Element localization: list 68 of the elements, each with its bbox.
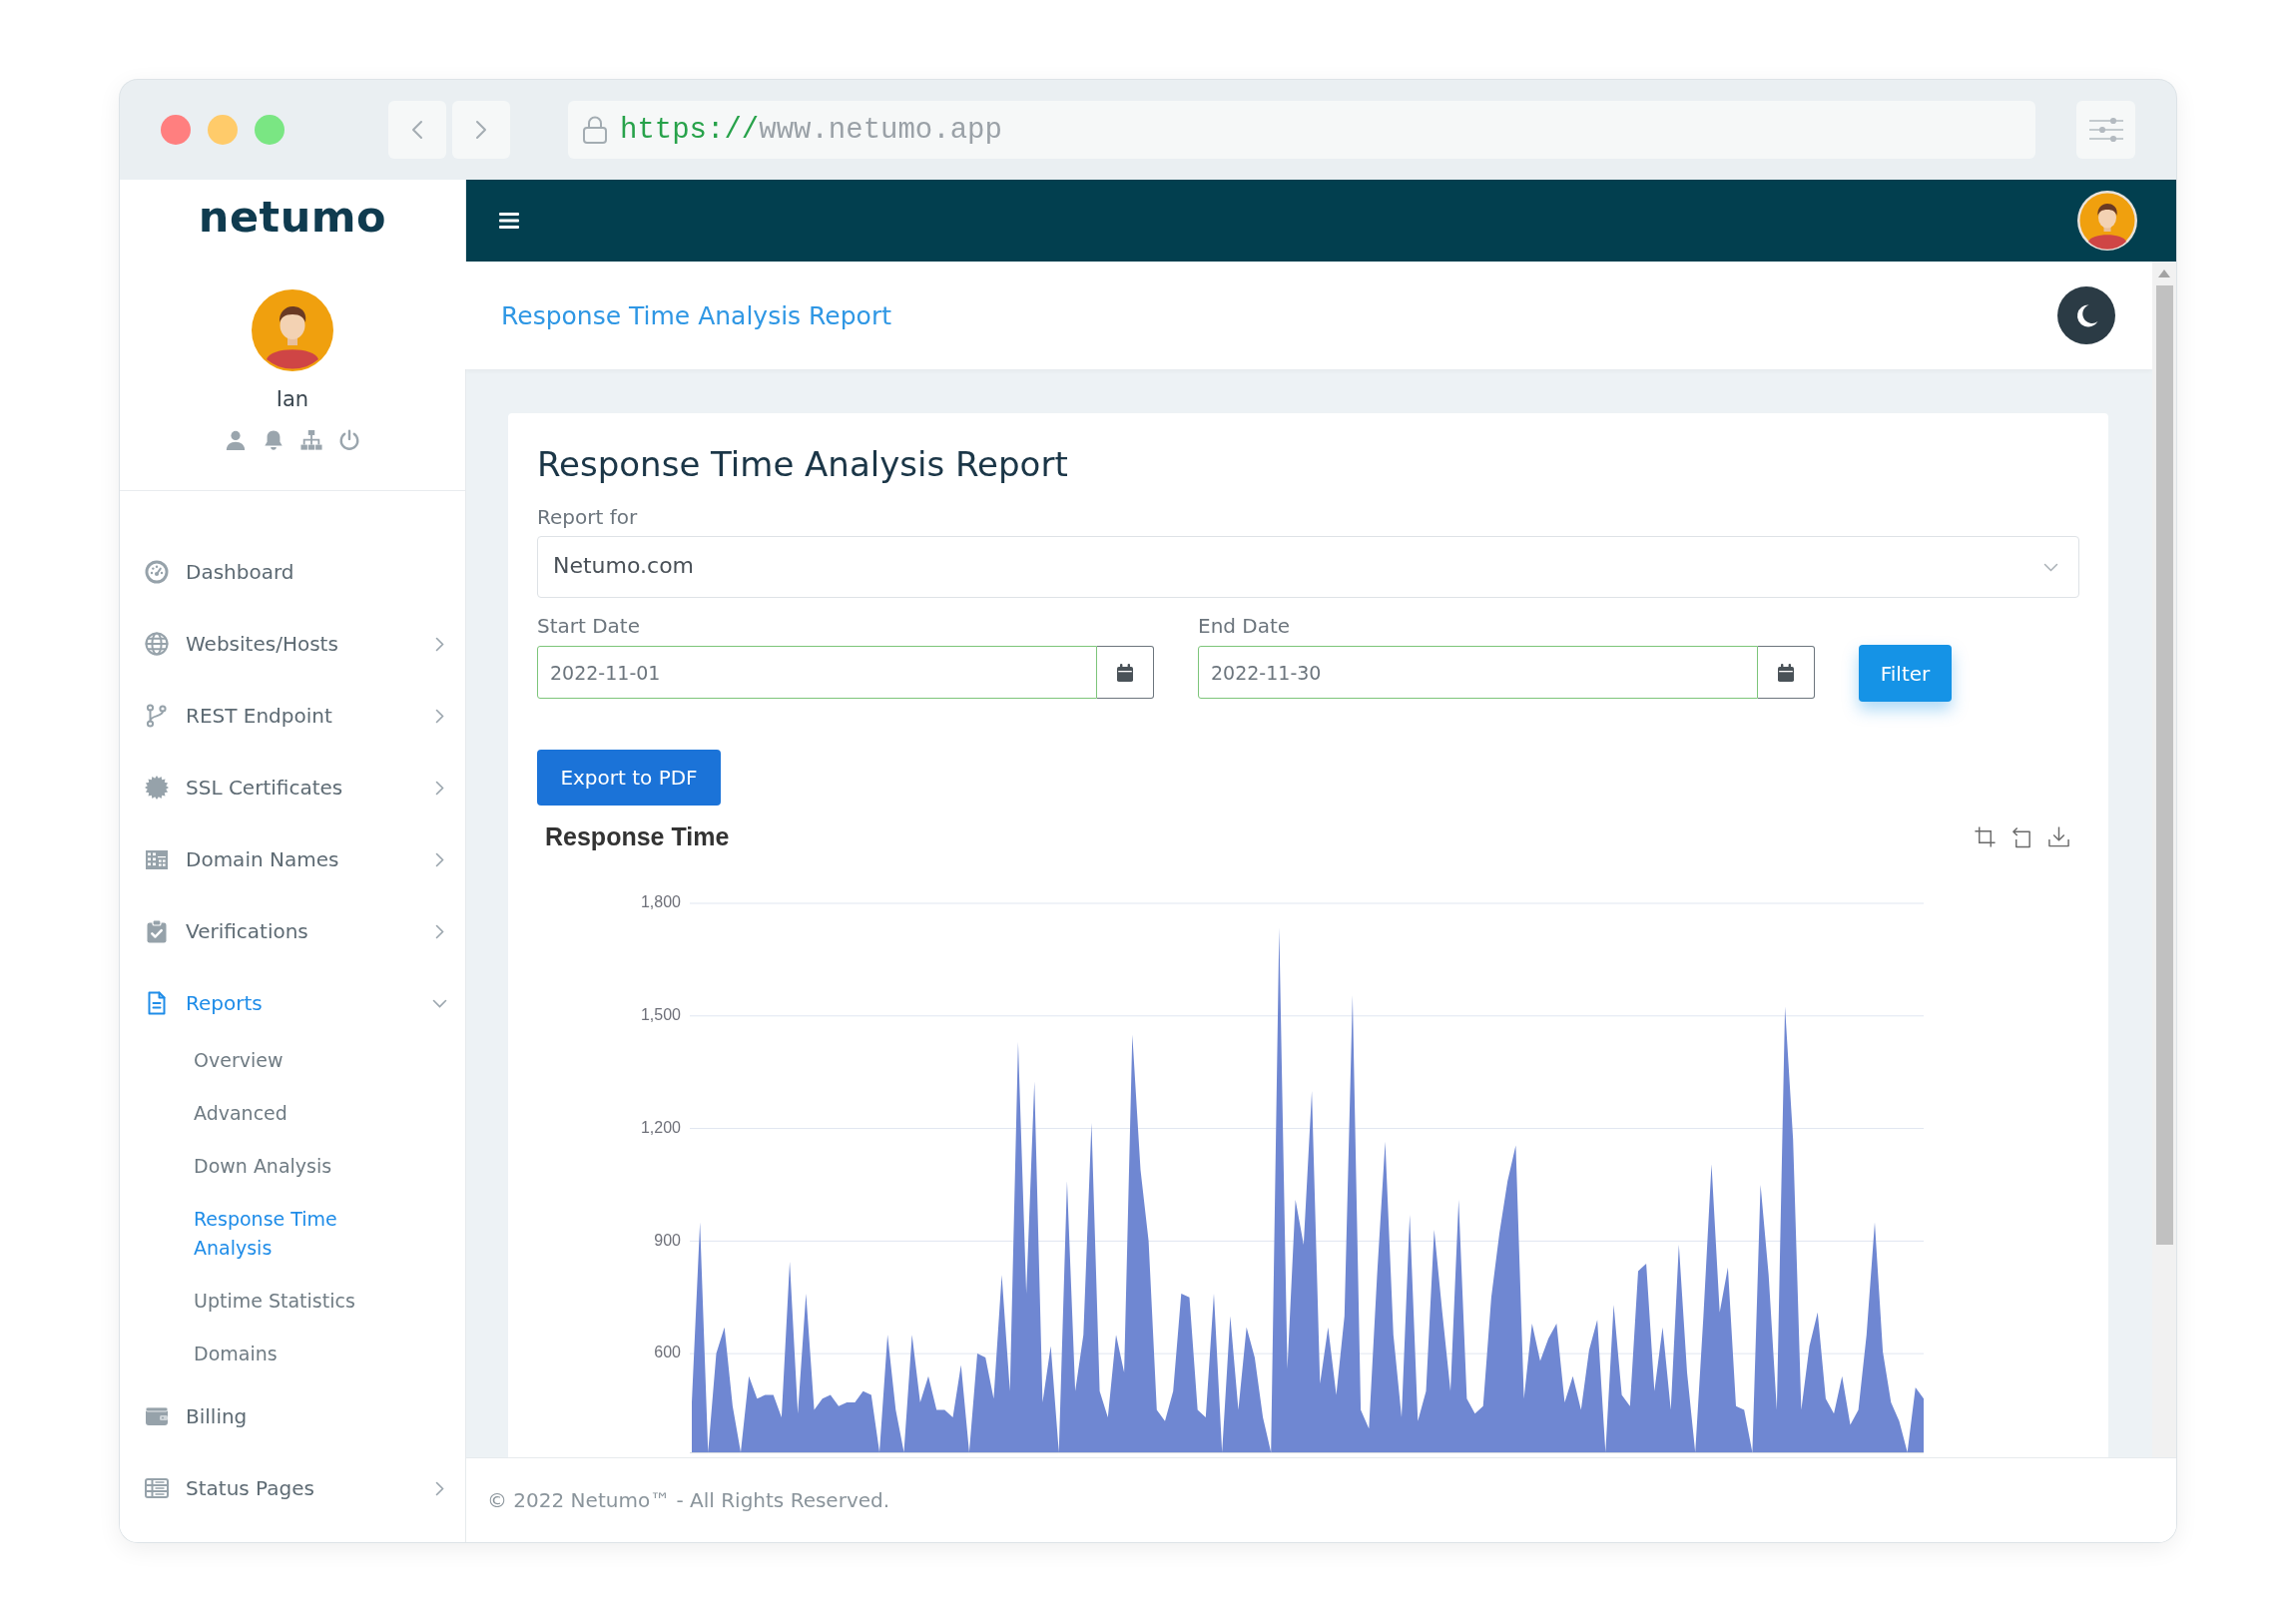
export-button[interactable]: Export to PDF	[537, 750, 721, 806]
globe-icon	[145, 632, 169, 656]
minimize-icon[interactable]	[208, 115, 238, 145]
page-title: Response Time Analysis Report	[501, 300, 891, 330]
sidebar-subitem[interactable]: Advanced	[120, 1087, 465, 1140]
field-label: End Date	[1198, 613, 1291, 639]
address-bar[interactable]: https://www.netumo.app	[568, 101, 2035, 159]
scrollbar-thumb[interactable]	[2155, 285, 2173, 1245]
axis-label: 1,500	[640, 1006, 681, 1023]
crop-icon[interactable]	[1974, 824, 1997, 848]
sidebar-subitem[interactable]: Down Analysis	[120, 1140, 465, 1193]
calendar-button[interactable]	[1097, 646, 1154, 699]
moon-icon[interactable]	[2057, 286, 2115, 344]
field-label: Start Date	[537, 613, 641, 639]
chevron-down-icon	[2043, 562, 2058, 572]
sidebar-item[interactable]: Billing	[120, 1380, 465, 1452]
bell-icon[interactable]	[263, 429, 285, 451]
scroll-up-icon[interactable]	[2158, 270, 2170, 277]
copyright-text: © 2022 Netumo™ - All Rights Reserved.	[487, 1488, 890, 1512]
card-title: Response Time Analysis Report	[537, 444, 1068, 484]
logo[interactable]: netumo	[198, 192, 387, 242]
branch-icon	[145, 704, 169, 728]
settings-button[interactable]	[2076, 101, 2135, 159]
scrollbar-track[interactable]	[2152, 262, 2176, 1457]
menu-icon[interactable]	[499, 213, 519, 229]
date-input[interactable]: 2022-11-01	[537, 646, 1097, 699]
table-icon	[145, 1476, 169, 1500]
date-input[interactable]: 2022-11-30	[1198, 646, 1758, 699]
calendar-icon	[1117, 663, 1133, 682]
filter-button[interactable]: Filter	[1859, 645, 1952, 702]
user-name: Ian	[276, 386, 309, 413]
user-icon[interactable]	[225, 429, 247, 451]
sidebar-subitem[interactable]: Uptime Statistics	[120, 1275, 465, 1328]
avatar-icon[interactable]	[2077, 191, 2137, 251]
site-select[interactable]: Netumo.com	[537, 536, 2079, 598]
sitemap-icon[interactable]	[300, 429, 322, 451]
sidebar-subitem[interactable]: Domains	[120, 1328, 465, 1380]
sliders-icon	[2087, 117, 2124, 143]
building-icon	[145, 847, 169, 871]
sidebar-item[interactable]: SSL Certificates	[120, 752, 465, 823]
restore-icon[interactable]	[2010, 824, 2033, 848]
sidebar-item[interactable]: REST Endpoint	[120, 680, 465, 752]
axis-label: 600	[654, 1344, 681, 1361]
lock-icon	[582, 115, 608, 145]
calendar-icon	[1778, 663, 1794, 682]
clipboard-check-icon	[145, 919, 169, 943]
axis-label: 1,800	[640, 893, 681, 911]
sidebar-item[interactable]: Status Pages	[120, 1452, 465, 1524]
sidebar-subitem[interactable]: Response Time Analysis	[120, 1193, 465, 1275]
sidebar-item[interactable]: Dashboard	[120, 536, 465, 608]
maximize-icon[interactable]	[255, 115, 285, 145]
seal-icon	[145, 776, 169, 800]
sidebar-item[interactable]: Verifications	[120, 895, 465, 967]
avatar-icon	[252, 289, 333, 371]
close-icon[interactable]	[161, 115, 191, 145]
power-icon[interactable]	[338, 429, 360, 451]
download-icon[interactable]	[2047, 824, 2070, 848]
axis-label: 1,200	[640, 1118, 681, 1136]
field-label: Report for	[537, 504, 638, 530]
gauge-icon	[145, 560, 169, 584]
axis-label: 900	[654, 1231, 681, 1249]
chart-title: Response Time	[545, 821, 730, 851]
calendar-button[interactable]	[1758, 646, 1815, 699]
sidebar-item[interactable]: Domain Names	[120, 823, 465, 895]
chevron-right-icon	[475, 120, 487, 140]
chevron-left-icon	[411, 120, 423, 140]
wallet-icon	[145, 1404, 169, 1428]
sidebar-item[interactable]: Websites/Hosts	[120, 608, 465, 680]
